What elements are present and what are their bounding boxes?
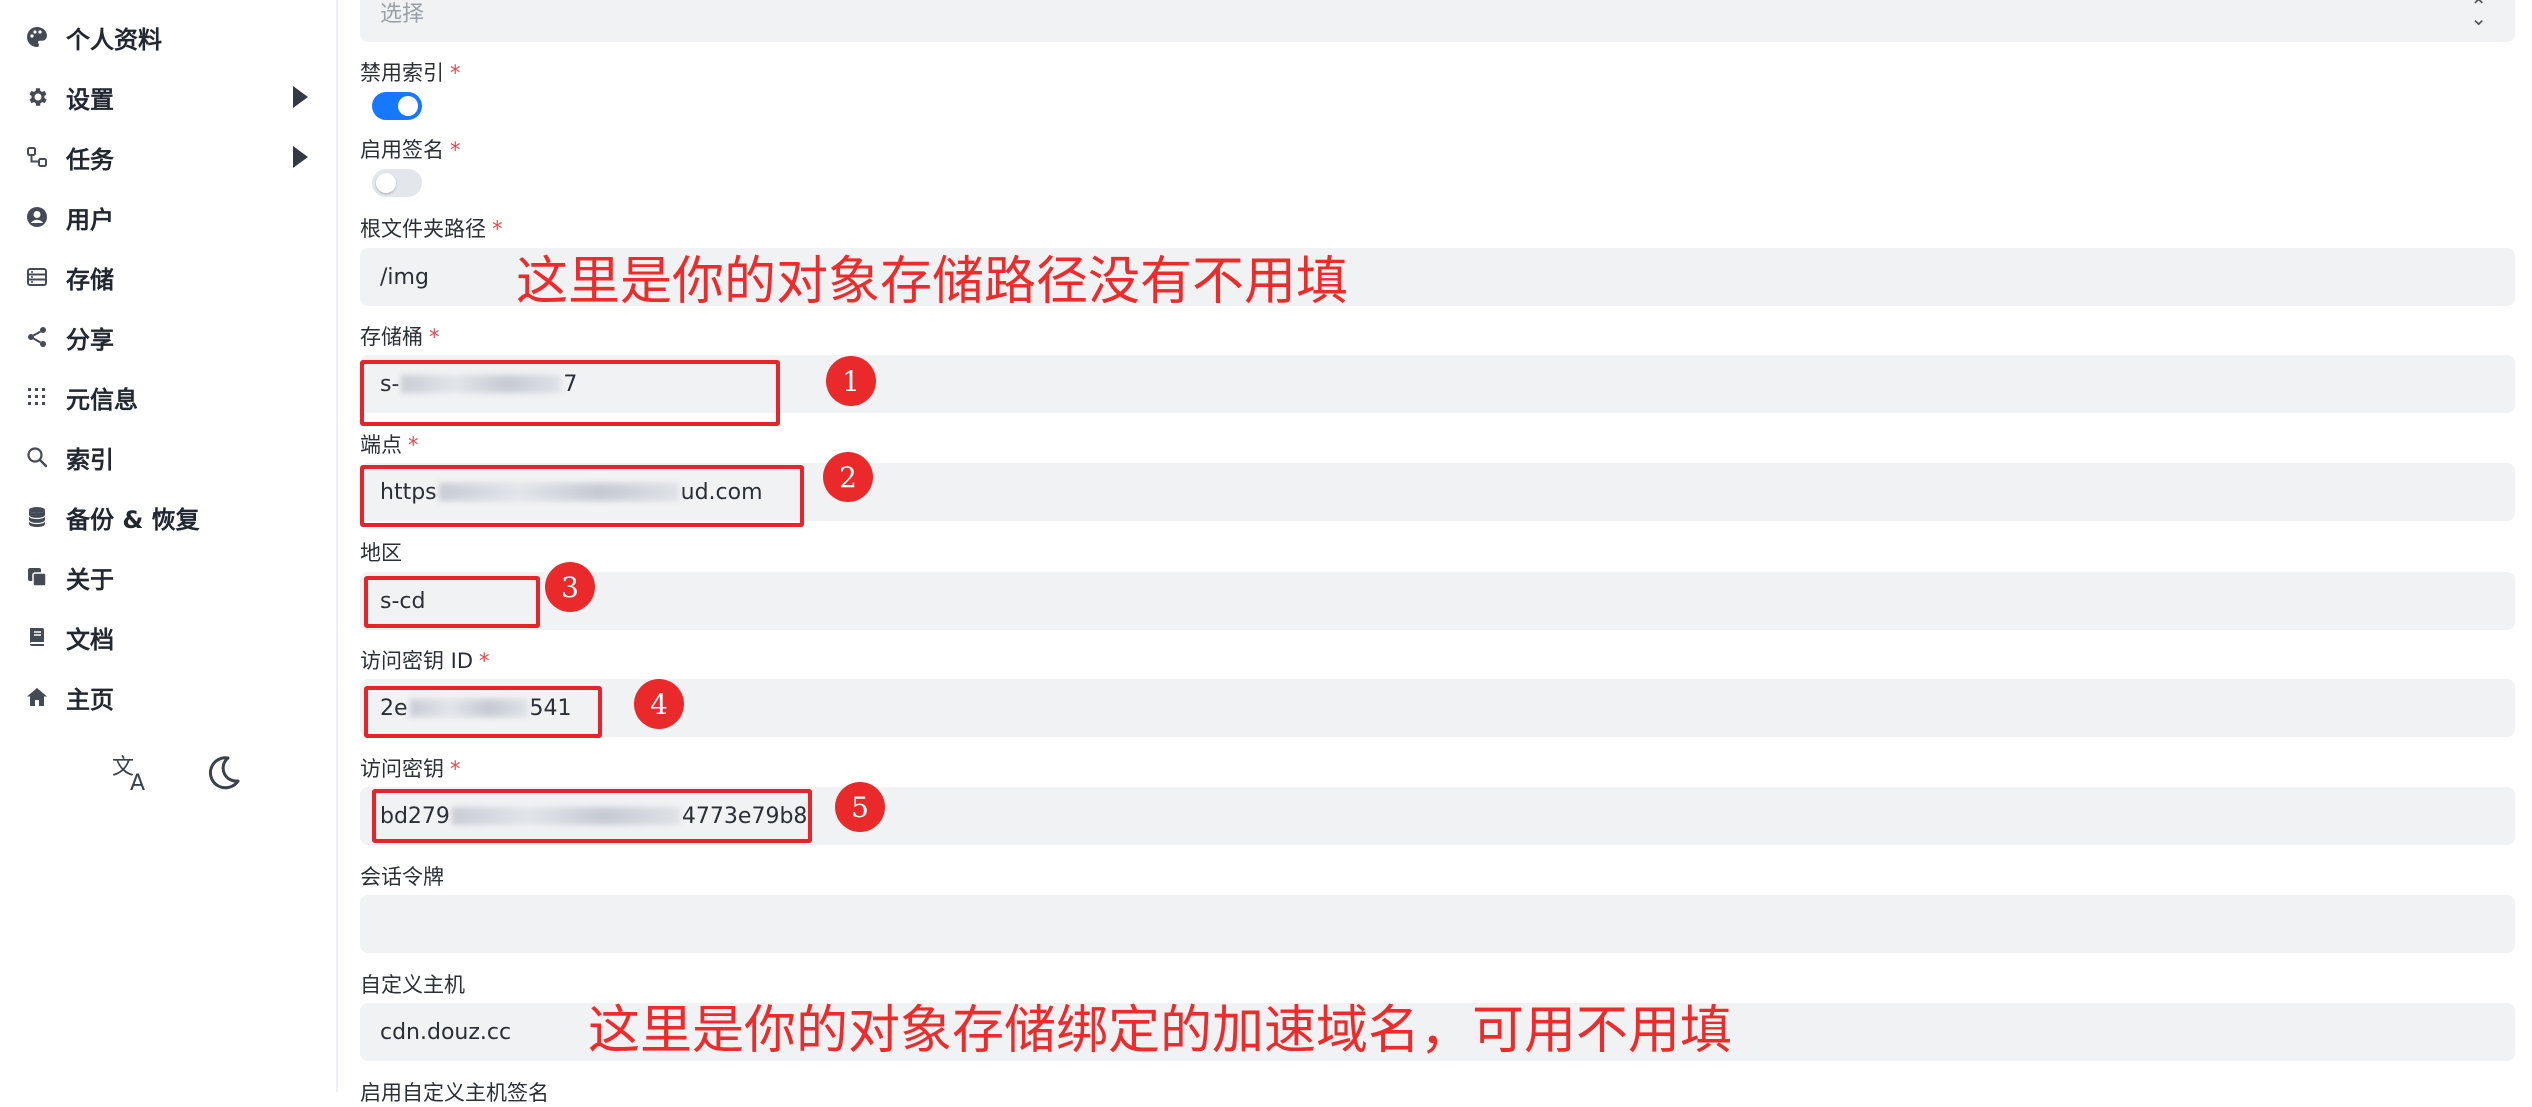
required-mark: * — [450, 61, 461, 85]
sidebar-item-users[interactable]: 用户 — [22, 189, 322, 245]
sidebar-item-tasks[interactable]: 任务 — [22, 129, 322, 185]
sidebar-item-profile[interactable]: 个人资料 — [22, 9, 322, 65]
toggle-knob — [376, 173, 396, 193]
required-mark: * — [450, 138, 461, 162]
label-text: 根文件夹路径 — [360, 217, 486, 241]
annotation-box-bucket — [360, 360, 780, 426]
required-mark: * — [450, 757, 461, 781]
custom-host-annotation: 这里是你的对象存储绑定的加速域名，可用不用填 — [588, 1001, 1733, 1061]
home-icon — [22, 682, 52, 712]
grid-icon — [22, 382, 52, 412]
sidebar-item-share[interactable]: 分享 — [22, 309, 322, 365]
gear-icon — [22, 82, 52, 112]
label-text: 存储桶 — [360, 325, 423, 349]
sidebar-item-label: 个人资料 — [66, 25, 162, 54]
sidebar-item-metadata[interactable]: 元信息 — [22, 369, 322, 425]
moon-icon[interactable] — [195, 745, 249, 799]
sidebar-item-about[interactable]: 关于 — [22, 549, 322, 605]
enable-sign-label: 启用签名 * — [360, 134, 461, 164]
sidebar-item-settings[interactable]: 设置 — [22, 69, 322, 125]
root-path-annotation: 这里是你的对象存储路径没有不用填 — [516, 252, 1349, 312]
annotation-badge-4: 4 — [634, 679, 684, 729]
sidebar-item-index[interactable]: 索引 — [22, 429, 322, 485]
expand-arrow-icon[interactable] — [293, 86, 308, 108]
svg-text:A: A — [130, 771, 145, 794]
sidebar-item-backup[interactable]: 备份 & 恢复 — [22, 489, 322, 545]
book-icon — [22, 622, 52, 652]
annotation-box-region — [364, 576, 540, 628]
sidebar-item-label: 关于 — [66, 565, 114, 594]
session-token-input[interactable] — [360, 895, 2515, 953]
annotation-box-secret-key — [372, 789, 812, 843]
driver-select[interactable]: 选择 ⌃ ⌄ — [360, 0, 2515, 42]
user-circle-icon — [22, 202, 52, 232]
disable-index-toggle[interactable] — [372, 92, 422, 120]
sidebar-tools: 文 A — [105, 745, 249, 799]
flow-icon — [22, 142, 52, 172]
root-path-label: 根文件夹路径 * — [360, 213, 503, 243]
sidebar-item-storage[interactable]: 存储 — [22, 249, 322, 305]
label-text: 会话令牌 — [360, 865, 444, 889]
annotation-badge-5: 5 — [835, 782, 885, 832]
custom-host-sign-label: 启用自定义主机签名 — [360, 1077, 549, 1107]
select-placeholder: 选择 — [380, 2, 425, 27]
bucket-label: 存储桶 * — [360, 321, 440, 351]
required-mark: * — [408, 433, 419, 457]
palette-icon — [22, 22, 52, 52]
storage-form: 选择 ⌃ ⌄ 禁用索引 * 启用签名 * 根文件夹路径 * /img 存储桶 * s- 7 … — [338, 0, 2532, 1105]
required-mark: * — [479, 649, 490, 673]
label-text: 自定义主机 — [360, 973, 465, 997]
session-token-label: 会话令牌 — [360, 861, 444, 891]
sidebar: 个人资料 设置 任务 用户 存储 分享 元信息 索引 备份 & 恢复 关于 文档… — [0, 0, 338, 1092]
search-icon — [22, 442, 52, 472]
chevron-up-down-icon: ⌃ ⌄ — [2470, 0, 2487, 30]
required-mark: * — [492, 217, 503, 241]
input-value: /img — [380, 264, 429, 290]
label-text: 禁用索引 — [360, 61, 444, 85]
database-icon — [22, 262, 52, 292]
secret-key-label: 访问密钥 * — [360, 753, 461, 783]
translate-icon[interactable]: 文 A — [105, 745, 159, 799]
enable-sign-toggle[interactable] — [372, 169, 422, 197]
sidebar-item-label: 用户 — [66, 205, 114, 234]
sidebar-item-label: 元信息 — [66, 385, 138, 414]
sidebar-item-label: 存储 — [66, 265, 114, 294]
sidebar-item-label: 索引 — [66, 445, 114, 474]
sidebar-item-label: 主页 — [66, 685, 114, 714]
label-text: 启用签名 — [360, 138, 444, 162]
annotation-badge-3: 3 — [545, 562, 595, 612]
copy-icon — [22, 562, 52, 592]
sidebar-item-label: 设置 — [66, 85, 114, 114]
annotation-badge-1: 1 — [826, 356, 876, 406]
label-text: 端点 — [360, 433, 402, 457]
sidebar-item-label: 文档 — [66, 625, 114, 654]
label-text: 启用自定义主机签名 — [360, 1081, 549, 1105]
input-value: cdn.douz.cc — [380, 1019, 512, 1045]
label-text: 地区 — [360, 541, 402, 565]
toggle-knob — [398, 96, 418, 116]
region-input[interactable]: s-cd — [360, 572, 2515, 630]
sidebar-item-home[interactable]: 主页 — [22, 669, 322, 725]
region-label: 地区 — [360, 537, 402, 567]
label-text: 访问密钥 ID — [360, 649, 474, 673]
disable-index-label: 禁用索引 * — [360, 57, 461, 87]
share-icon — [22, 322, 52, 352]
annotation-box-endpoint — [360, 465, 804, 527]
endpoint-label: 端点 * — [360, 429, 419, 459]
label-text: 访问密钥 — [360, 757, 444, 781]
required-mark: * — [429, 325, 440, 349]
expand-arrow-icon[interactable] — [293, 146, 308, 168]
stack-icon — [22, 502, 52, 532]
sidebar-item-label: 备份 & 恢复 — [66, 505, 200, 534]
sidebar-item-docs[interactable]: 文档 — [22, 609, 322, 665]
sidebar-item-label: 任务 — [66, 145, 114, 174]
annotation-box-access-key-id — [364, 686, 602, 738]
access-key-id-label: 访问密钥 ID * — [360, 645, 490, 675]
annotation-badge-2: 2 — [823, 452, 873, 502]
custom-host-label: 自定义主机 — [360, 969, 465, 999]
sidebar-item-label: 分享 — [66, 325, 114, 354]
